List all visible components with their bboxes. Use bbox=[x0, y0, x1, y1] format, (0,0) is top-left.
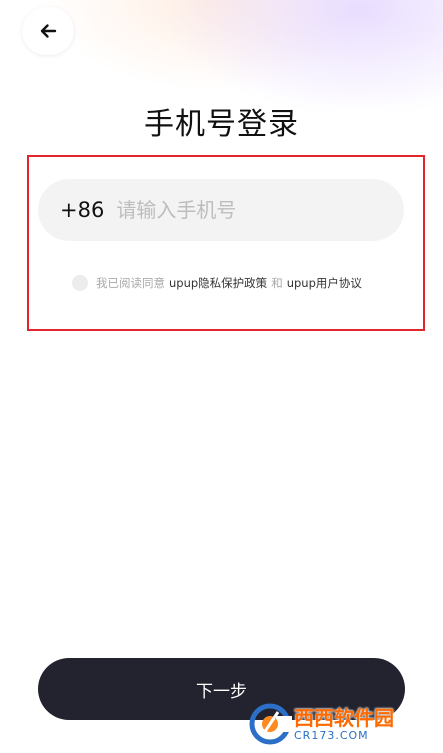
page-title: 手机号登录 bbox=[144, 107, 299, 142]
watermark-url: CR173.COM bbox=[294, 728, 369, 742]
agreement-checkbox[interactable] bbox=[72, 275, 88, 291]
phone-input[interactable] bbox=[116, 198, 367, 222]
arrow-left-icon bbox=[40, 24, 57, 38]
back-button[interactable] bbox=[22, 7, 74, 55]
next-button-label: 下一步 bbox=[196, 681, 247, 702]
agreement-row: 我已阅读同意 upup隐私保护政策 和 upup用户协议 bbox=[72, 273, 362, 293]
country-code[interactable]: +86 bbox=[60, 198, 104, 222]
phone-field[interactable]: +86 bbox=[38, 179, 404, 241]
privacy-policy-link[interactable]: upup隐私保护政策 bbox=[169, 275, 267, 291]
agreement-conjunction: 和 bbox=[271, 276, 283, 290]
agreement-prefix: 我已阅读同意 bbox=[96, 276, 165, 290]
watermark-text: 西西软件园 bbox=[294, 705, 394, 730]
watermark: 西西软件园 CR173.COM bbox=[248, 700, 438, 748]
watermark-logo-icon bbox=[249, 703, 292, 745]
user-agreement-link[interactable]: upup用户协议 bbox=[287, 275, 362, 291]
